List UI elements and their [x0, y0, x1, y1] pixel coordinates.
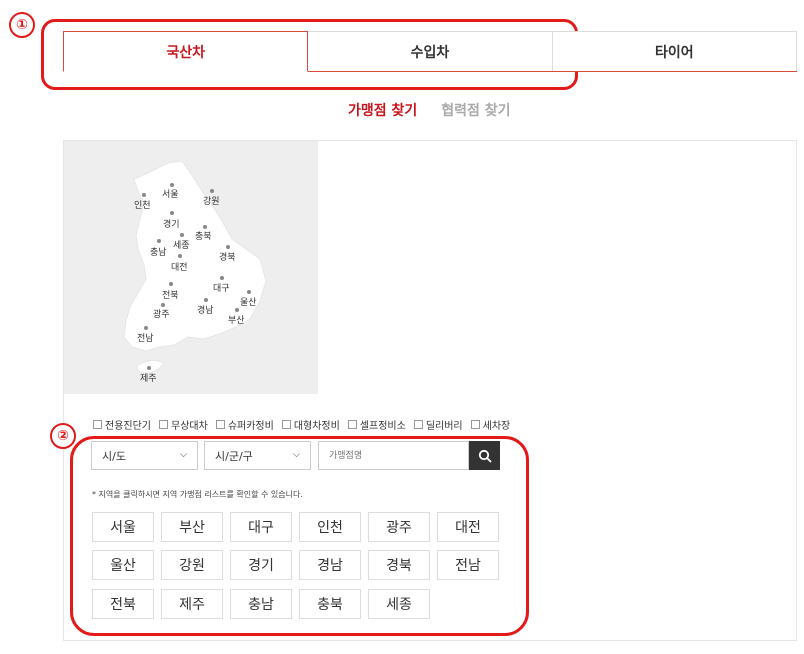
- search-icon: [478, 449, 491, 462]
- product-tabs: 국산차 수입차 타이어: [63, 31, 797, 72]
- filter-diagnostic[interactable]: 전용진단기: [93, 417, 151, 432]
- region-button-chungbuk[interactable]: 충북: [299, 589, 361, 619]
- region-button-busan[interactable]: 부산: [161, 512, 223, 542]
- checkbox[interactable]: [347, 420, 357, 429]
- map-label-gyeonggi[interactable]: 경기: [163, 217, 180, 230]
- subtab-partner[interactable]: 협력점 찾기: [441, 100, 510, 120]
- region-button-gwangju[interactable]: 광주: [368, 512, 430, 542]
- map-label-ulsan[interactable]: 울산: [240, 295, 257, 308]
- map-label-jeonbuk[interactable]: 전북: [162, 288, 179, 301]
- filter-supercar[interactable]: 슈퍼카정비: [215, 417, 274, 432]
- map-label-chungbuk[interactable]: 충북: [195, 229, 212, 242]
- region-button-gyeonggi[interactable]: 경기: [230, 550, 292, 580]
- map-label-jeju[interactable]: 제주: [140, 371, 157, 384]
- region-button-sejong[interactable]: 세종: [368, 589, 430, 619]
- checkbox[interactable]: [281, 420, 291, 429]
- region-button-daejeon[interactable]: 대전: [437, 512, 499, 542]
- checkbox[interactable]: [93, 420, 102, 429]
- subtab-franchise[interactable]: 가맹점 찾기: [348, 100, 417, 120]
- map-label-gyeongbuk[interactable]: 경북: [219, 250, 236, 263]
- checkbox[interactable]: [470, 420, 480, 429]
- tab-tire[interactable]: 타이어: [552, 31, 797, 71]
- region-button-jeonbuk[interactable]: 전북: [92, 589, 154, 619]
- chevron-down-icon: ⌵: [180, 450, 187, 460]
- filter-free-loaner[interactable]: 무상대차: [159, 417, 208, 432]
- service-filters: 전용진단기 무상대차 슈퍼카정비 대형차정비 셀프정비소 딜리버리 세차장: [93, 417, 510, 432]
- checkbox[interactable]: [159, 420, 168, 429]
- map-label-daejeon[interactable]: 대전: [171, 260, 188, 273]
- map-label-gangwon[interactable]: 강원: [203, 194, 220, 207]
- hint-text: * 지역을 클릭하시면 지역 가맹점 리스트를 확인할 수 있습니다.: [92, 490, 303, 499]
- subtabs: 가맹점 찾기 협력점 찾기: [348, 100, 511, 120]
- region-button-gangwon[interactable]: 강원: [161, 550, 223, 580]
- region-button-ulsan[interactable]: 울산: [92, 550, 154, 580]
- map-label-chungnam[interactable]: 충남: [150, 245, 167, 258]
- map-label-incheon[interactable]: 인천: [134, 198, 151, 211]
- region-button-daegu[interactable]: 대구: [230, 512, 292, 542]
- map-label-sejong[interactable]: 세종: [173, 238, 190, 251]
- region-button-chungnam[interactable]: 충남: [230, 589, 292, 619]
- map-label-jeonnam[interactable]: 전남: [137, 331, 154, 344]
- store-name-input[interactable]: [318, 441, 469, 470]
- region-button-seoul[interactable]: 서울: [92, 512, 154, 542]
- filter-large-vehicle[interactable]: 대형차정비: [281, 417, 340, 432]
- region-button-gyeongbuk[interactable]: 경북: [368, 550, 430, 580]
- filter-delivery[interactable]: 딜리버리: [413, 417, 463, 432]
- region-map[interactable]: 인천 서울 강원 경기 충북 세종 충남 대전 경북 전북 대구 울산 광주 경…: [64, 141, 318, 394]
- tab-import[interactable]: 수입차: [308, 31, 553, 71]
- sigungu-select[interactable]: 시/군/구 ⌵: [204, 441, 311, 470]
- map-label-gwangju[interactable]: 광주: [153, 307, 170, 320]
- annotation-1: ①: [9, 12, 35, 38]
- chevron-down-icon: ⌵: [293, 450, 300, 460]
- region-button-jeju[interactable]: 제주: [161, 589, 223, 619]
- checkbox[interactable]: [215, 420, 225, 429]
- checkbox[interactable]: [413, 420, 423, 429]
- sido-select[interactable]: 시/도 ⌵: [91, 441, 198, 470]
- map-label-gyeongnam[interactable]: 경남: [197, 303, 214, 316]
- region-button-incheon[interactable]: 인천: [299, 512, 361, 542]
- region-button-gyeongnam[interactable]: 경남: [299, 550, 361, 580]
- filter-self-service[interactable]: 셀프정비소: [347, 417, 406, 432]
- map-label-busan[interactable]: 부산: [228, 313, 245, 326]
- korea-map-shape: [123, 160, 267, 374]
- search-button[interactable]: [469, 441, 500, 470]
- map-label-daegu[interactable]: 대구: [213, 281, 230, 294]
- region-button-jeonnam[interactable]: 전남: [437, 550, 499, 580]
- filter-car-wash[interactable]: 세차장: [470, 417, 510, 432]
- tab-domestic[interactable]: 국산차: [63, 31, 309, 72]
- map-label-seoul[interactable]: 서울: [162, 187, 179, 200]
- annotation-2: ②: [50, 423, 76, 449]
